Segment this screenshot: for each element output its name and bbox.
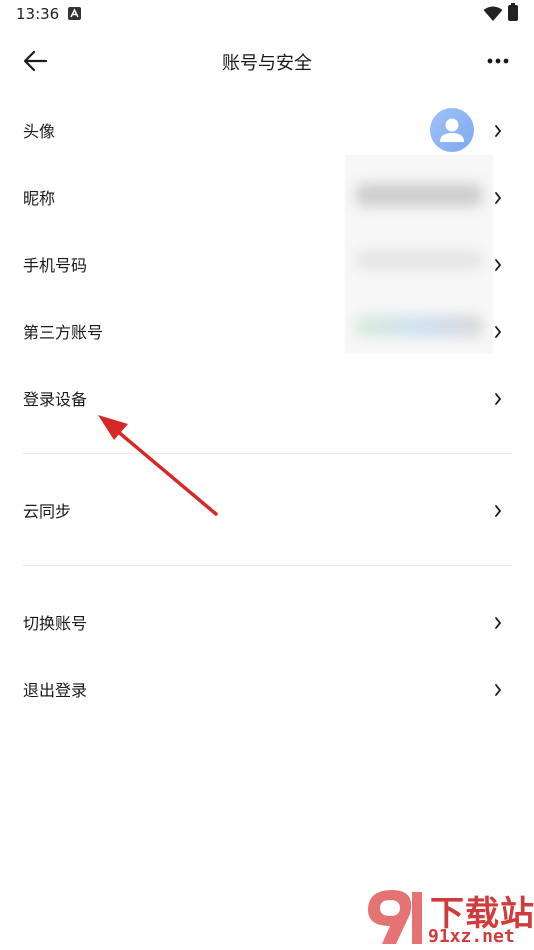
- menu-item-nickname[interactable]: 昵称: [0, 163, 534, 230]
- chevron-right-icon: [493, 503, 503, 517]
- notification-a-icon: [68, 7, 81, 20]
- menu-item-phone[interactable]: 手机号码: [0, 230, 534, 297]
- menu-item-label: 云同步: [23, 501, 72, 521]
- menu-item-avatar[interactable]: 头像: [0, 96, 534, 163]
- status-time: 13:36: [16, 5, 60, 23]
- watermark-logo-icon: [368, 890, 422, 944]
- menu-item-label: 昵称: [23, 188, 56, 208]
- chevron-right-icon: [493, 615, 503, 629]
- menu-item-switch-account[interactable]: 切换账号: [0, 588, 534, 655]
- menu-item-cloud-sync[interactable]: 云同步: [0, 476, 534, 543]
- wifi-icon: [483, 6, 503, 26]
- menu-item-label: 手机号码: [23, 255, 88, 275]
- chevron-right-icon: [493, 682, 503, 696]
- menu-item-login-devices[interactable]: 登录设备: [0, 364, 534, 431]
- more-options-icon[interactable]: [486, 50, 510, 72]
- header: 账号与安全: [0, 36, 534, 86]
- menu-item-label: 登录设备: [23, 389, 88, 409]
- chevron-right-icon: [493, 324, 503, 338]
- menu-item-logout[interactable]: 退出登录: [0, 655, 534, 722]
- menu-item-label: 头像: [23, 121, 56, 141]
- menu-item-label: 切换账号: [23, 613, 88, 633]
- watermark: 下载站 91xz.net: [362, 886, 534, 948]
- battery-icon: [508, 3, 518, 21]
- page-title: 账号与安全: [222, 53, 312, 74]
- chevron-right-icon: [493, 190, 503, 204]
- menu-item-label: 退出登录: [23, 680, 88, 700]
- annotation-arrow-icon: [98, 415, 218, 516]
- settings-menu: 头像 昵称 手机号码 第三方账号 登录设备 云同步 切换账号 退出登录: [0, 96, 534, 722]
- menu-item-third-party-account[interactable]: 第三方账号: [0, 297, 534, 364]
- menu-item-label: 第三方账号: [23, 322, 104, 342]
- chevron-right-icon: [493, 257, 503, 271]
- status-bar: 13:36: [0, 0, 534, 30]
- watermark-domain: 91xz.net: [428, 926, 515, 947]
- chevron-right-icon: [493, 123, 503, 137]
- chevron-right-icon: [493, 391, 503, 405]
- avatar[interactable]: [430, 107, 474, 152]
